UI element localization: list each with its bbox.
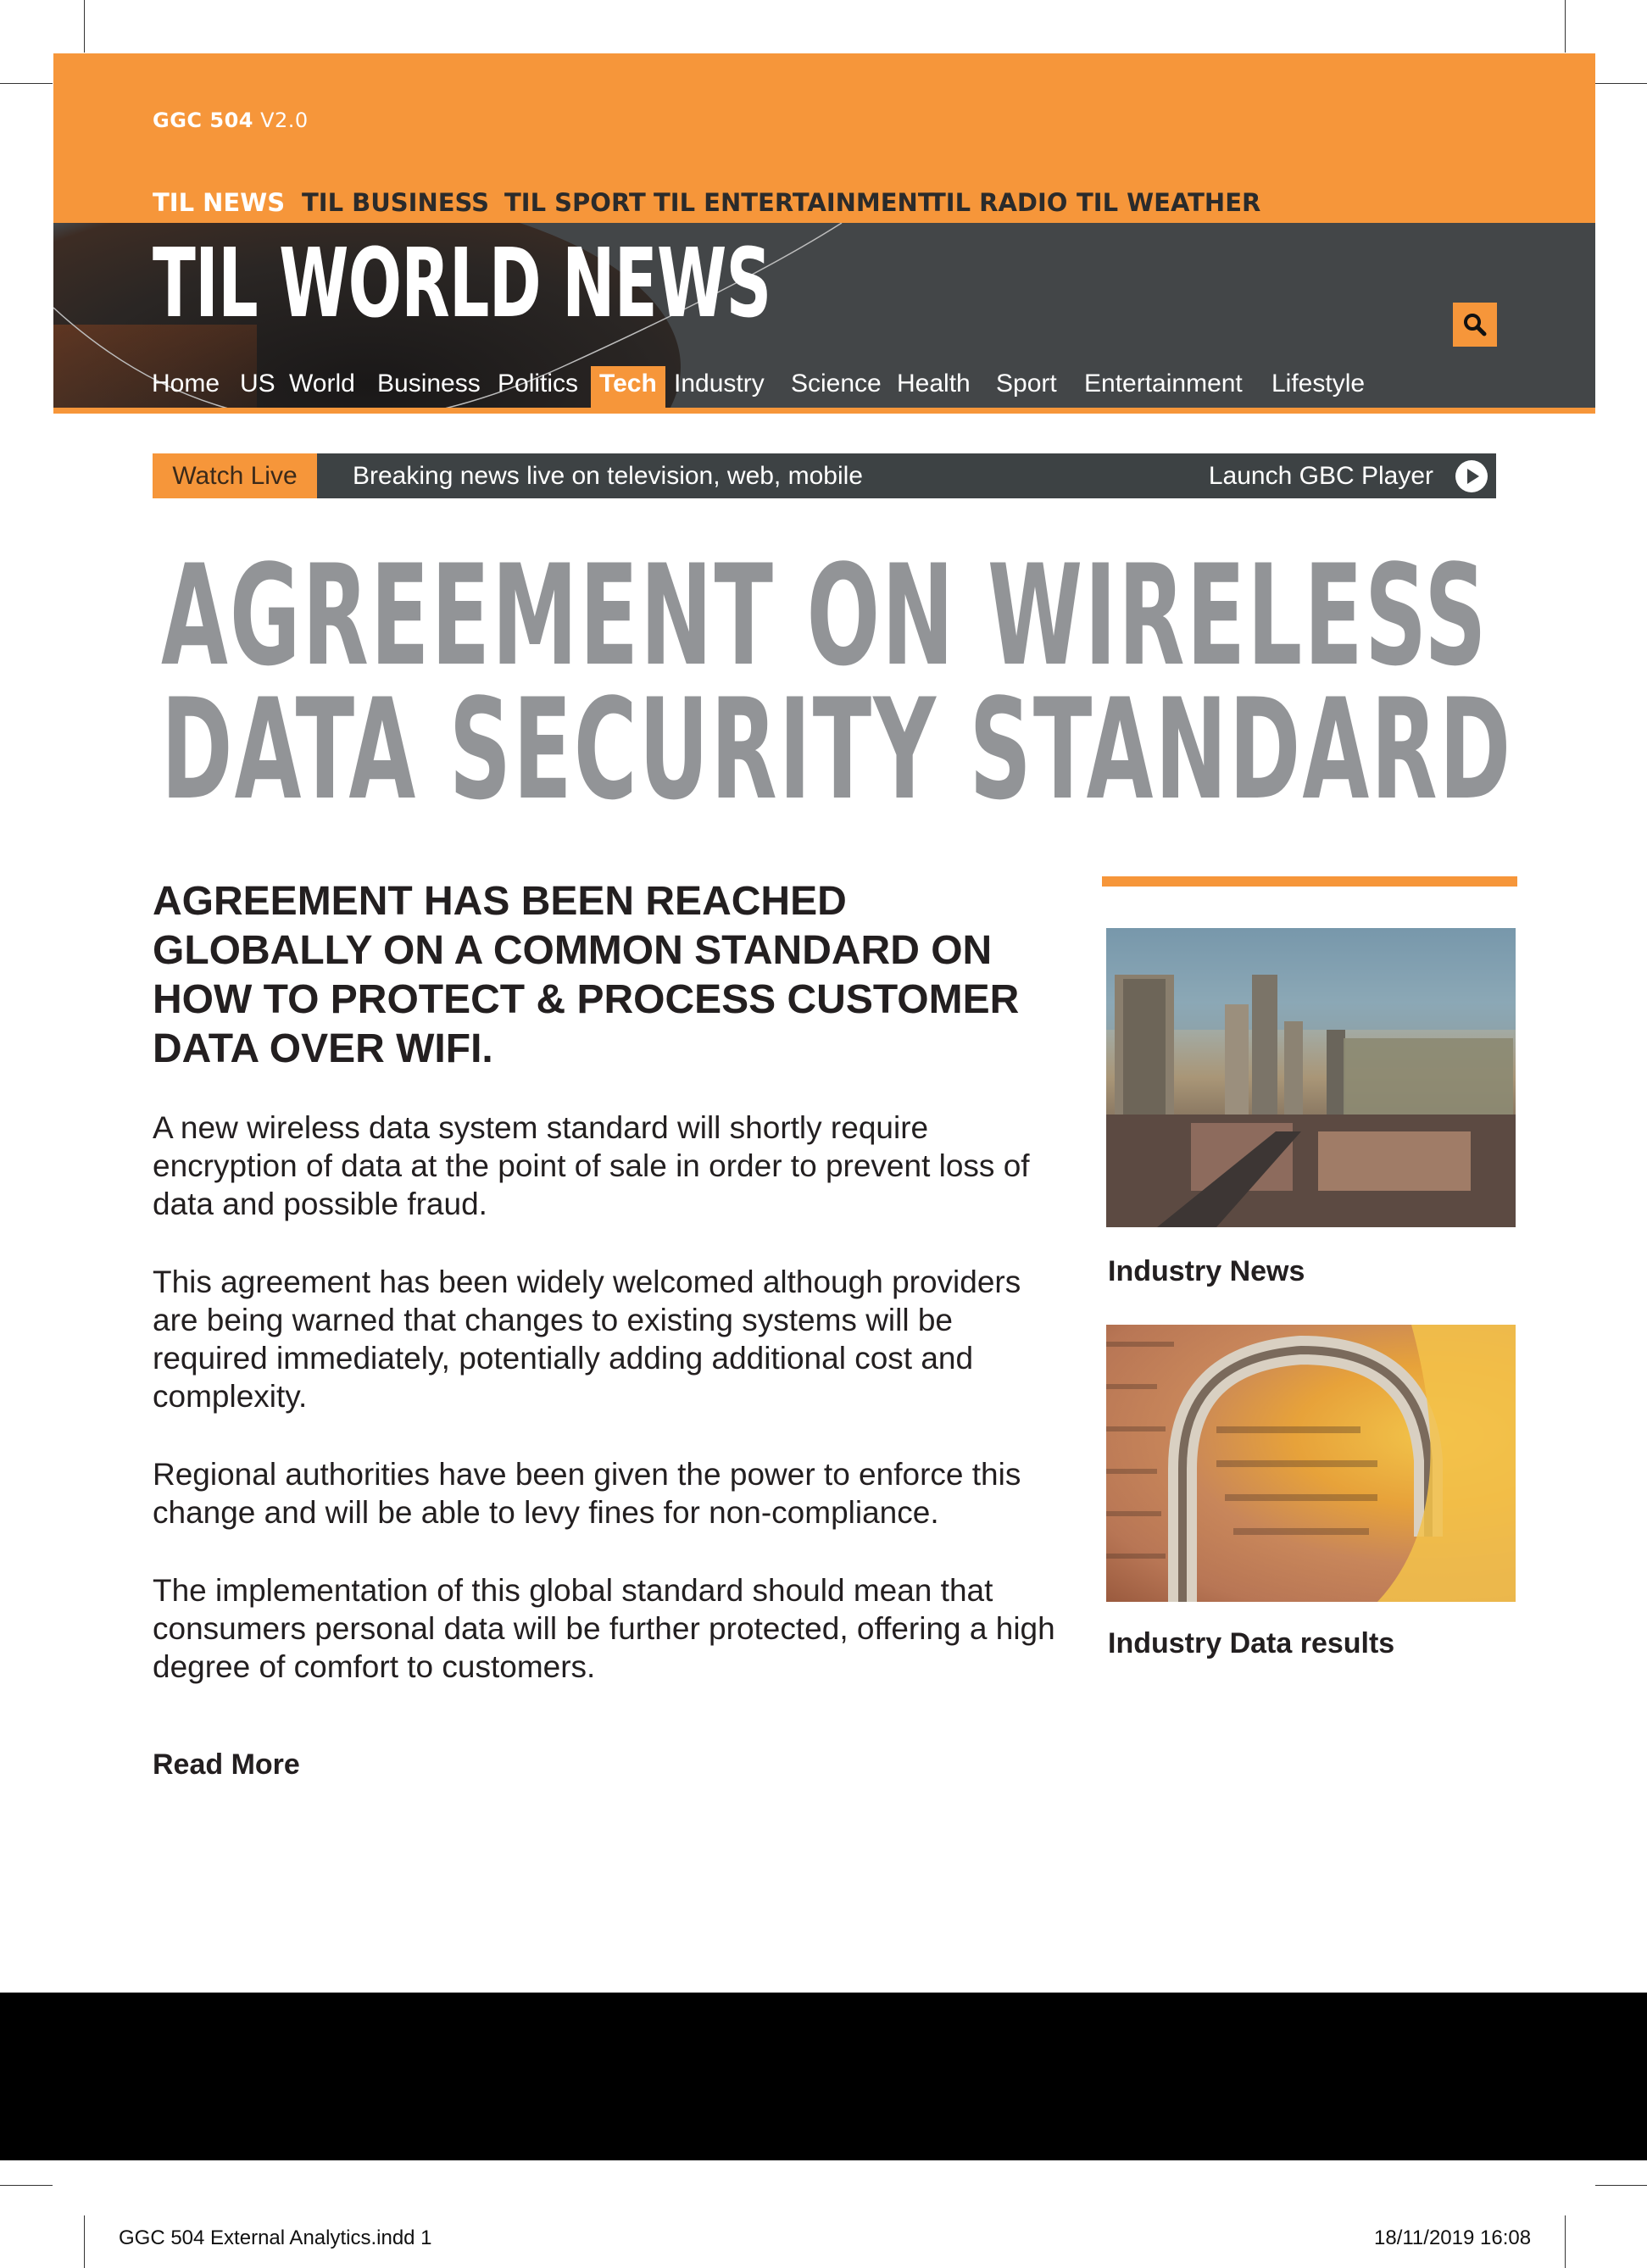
main-nav: Home US World Business Politics Tech Ind…	[53, 366, 1494, 409]
nav-science[interactable]: Science	[791, 366, 882, 408]
nav-entertainment[interactable]: Entertainment	[1084, 366, 1243, 408]
nav-home[interactable]: Home	[152, 366, 220, 408]
brand-nav-til-news[interactable]: TIL NEWS	[153, 188, 285, 217]
brand-nav-til-weather[interactable]: TIL WEATHER	[1077, 188, 1260, 217]
article-headline: AGREEMENT ON WIRELESS DATA SECURITY STAN…	[161, 535, 1513, 831]
sidebar-caption[interactable]: Industry News	[1108, 1255, 1305, 1288]
header-accent-line	[53, 408, 1595, 414]
article-paragraph: This agreement has been widely welcomed …	[153, 1265, 1021, 1414]
breaking-news-text: Breaking news live on television, web, m…	[353, 462, 863, 490]
industry-news-image[interactable]	[1106, 928, 1516, 1227]
crop-mark	[1595, 83, 1647, 84]
headline-line: DATA SECURITY STANDARD	[161, 669, 1513, 831]
nav-business[interactable]: Business	[377, 366, 481, 408]
nav-lifestyle[interactable]: Lifestyle	[1271, 366, 1365, 408]
read-more-link[interactable]: Read More	[153, 1748, 300, 1782]
nav-us[interactable]: US	[240, 366, 275, 408]
launch-player-link[interactable]: Launch GBC Player	[1209, 453, 1433, 498]
site-title[interactable]: TIL WORLD NEWS	[153, 229, 771, 339]
nav-world[interactable]: World	[289, 366, 355, 408]
version-brand: GGC 504	[153, 108, 253, 132]
industry-data-image[interactable]	[1106, 1325, 1516, 1602]
nav-health[interactable]: Health	[897, 366, 971, 408]
headline-line: AGREEMENT ON WIRELESS	[161, 535, 1488, 697]
crop-mark	[84, 0, 85, 53]
article-paragraph: A new wireless data system standard will…	[153, 1110, 1030, 1221]
crop-mark	[1565, 0, 1566, 53]
article-paragraph: Regional authorities have been given the…	[153, 1457, 1021, 1530]
crop-mark	[0, 2185, 53, 2186]
nav-tech[interactable]: Tech	[591, 366, 665, 408]
nav-politics[interactable]: Politics	[498, 366, 578, 408]
nav-industry[interactable]: Industry	[674, 366, 765, 408]
article-subhead: AGREEMENT HAS BEEN REACHED GLOBALLY ON A…	[153, 879, 1020, 1071]
play-icon[interactable]	[1455, 460, 1488, 492]
sidebar-rule	[1102, 876, 1517, 887]
padlock-security-image	[1106, 1325, 1516, 1602]
nav-sport[interactable]: Sport	[996, 366, 1057, 408]
search-icon	[1464, 314, 1487, 336]
brand-nav-til-business[interactable]: TIL BUSINESS	[302, 188, 489, 217]
print-slug-file: GGC 504 External Analytics.indd 1	[119, 2226, 432, 2249]
footer-block	[0, 1993, 1647, 2160]
article-body: A new wireless data system standard will…	[153, 1109, 1060, 1726]
crop-mark	[84, 2215, 85, 2268]
watch-live-button[interactable]: Watch Live	[153, 453, 317, 498]
city-skyline-image	[1106, 928, 1516, 1227]
search-button[interactable]	[1453, 303, 1497, 347]
version-label: GGC 504 V2.0	[153, 108, 309, 132]
brand-nav-til-sport[interactable]: TIL SPORT	[504, 188, 646, 217]
brand-nav-til-radio[interactable]: TIL RADIO	[929, 188, 1067, 217]
crop-mark	[1595, 2185, 1647, 2186]
print-slug-date: 18/11/2019 16:08	[1374, 2226, 1532, 2249]
sidebar-caption[interactable]: Industry Data results	[1108, 1627, 1394, 1660]
crop-mark	[0, 83, 53, 84]
crop-mark	[1565, 2215, 1566, 2268]
brand-nav-til-entertainment[interactable]: TIL ENTERTAINMENT	[654, 188, 935, 217]
live-bar: Watch Live Breaking news live on televis…	[153, 453, 1496, 498]
article-paragraph: The implementation of this global standa…	[153, 1573, 1055, 1684]
version-number: V2.0	[260, 108, 309, 132]
